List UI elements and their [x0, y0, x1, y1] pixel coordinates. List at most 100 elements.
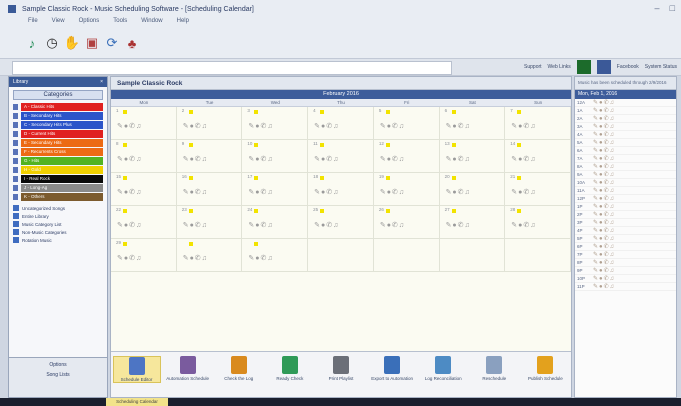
maximize-icon[interactable]: □: [670, 3, 675, 13]
calendar-day[interactable]: 1 ✎●✆♫: [111, 107, 177, 140]
calendar-day[interactable]: 4 ✎●✆♫: [308, 107, 374, 140]
green-app-icon[interactable]: [576, 60, 591, 74]
hour-row[interactable]: 11P ✎●✆♫: [575, 283, 676, 291]
song-lists-tab[interactable]: Song Lists: [9, 372, 107, 378]
hour-row[interactable]: 6P ✎●✆♫: [575, 243, 676, 251]
hour-row[interactable]: 9P ✎●✆♫: [575, 267, 676, 275]
category-item[interactable]: B - Secondary Hits: [13, 112, 103, 120]
category-item[interactable]: D - Current Hits: [13, 130, 103, 138]
hour-row[interactable]: 2P ✎●✆♫: [575, 211, 676, 219]
tool-button[interactable]: Schedule Editor: [112, 356, 161, 383]
minimize-icon[interactable]: –: [655, 3, 660, 13]
hour-row[interactable]: 2A ✎●✆♫: [575, 115, 676, 123]
calendar-day[interactable]: 21 ✎●✆♫: [505, 173, 571, 206]
menu-view[interactable]: View: [52, 18, 65, 28]
calendar-day[interactable]: 9 ✎●✆♫: [176, 140, 243, 173]
hour-row[interactable]: 1A ✎●✆♫: [575, 107, 676, 115]
calendar-day[interactable]: 17 ✎●✆♫: [242, 173, 309, 206]
tool-button[interactable]: Log Reconciliation: [419, 356, 467, 381]
menu-help[interactable]: Help: [177, 18, 189, 28]
calendar-day[interactable]: ✎●✆♫: [176, 239, 243, 272]
calendar-day[interactable]: [505, 239, 571, 272]
category-item[interactable]: G - Hits: [13, 157, 103, 165]
thumbs-icon[interactable]: ✋: [64, 35, 80, 51]
category-item[interactable]: C - Secondary Hits Plus: [13, 121, 103, 129]
hour-row[interactable]: 4P ✎●✆♫: [575, 227, 676, 235]
calendar-day[interactable]: 13 ✎●✆♫: [439, 140, 506, 173]
calendar-day[interactable]: 14 ✎●✆♫: [505, 140, 571, 173]
hour-row[interactable]: 6A ✎●✆♫: [575, 147, 676, 155]
category-item[interactable]: E - Secondary Hits: [13, 139, 103, 147]
hour-row[interactable]: 10P ✎●✆♫: [575, 275, 676, 283]
hour-row[interactable]: 12A ✎●✆♫: [575, 99, 676, 107]
hour-row[interactable]: 11A ✎●✆♫: [575, 187, 676, 195]
hour-row[interactable]: 12P ✎●✆♫: [575, 195, 676, 203]
refresh-icon[interactable]: ⟳: [104, 35, 120, 51]
tool-button[interactable]: Automation Schedule: [164, 356, 212, 381]
category-item[interactable]: H - Gold: [13, 166, 103, 174]
calendar-day[interactable]: 12 ✎●✆♫: [373, 140, 440, 173]
category-item[interactable]: K - Others: [13, 193, 103, 201]
calendar-day[interactable]: ✎●✆♫: [242, 239, 309, 272]
calendar-day[interactable]: 15 ✎●✆♫: [111, 173, 177, 206]
calendar-day[interactable]: [373, 239, 440, 272]
library-item[interactable]: Uncategorized Songs: [13, 205, 103, 211]
calendar-day[interactable]: 7 ✎●✆♫: [505, 107, 571, 140]
library-item[interactable]: Music Category List: [13, 221, 103, 227]
badge-icon[interactable]: ▣: [84, 35, 100, 51]
tool-button[interactable]: Ready Check: [266, 356, 314, 381]
hour-row[interactable]: 9A ✎●✆♫: [575, 171, 676, 179]
search-input[interactable]: [12, 61, 452, 75]
hour-row[interactable]: 7A ✎●✆♫: [575, 155, 676, 163]
support-link[interactable]: Support: [524, 64, 542, 70]
calendar-day[interactable]: 25 ✎●✆♫: [308, 206, 374, 239]
hour-row[interactable]: 4A ✎●✆♫: [575, 131, 676, 139]
calendar-day[interactable]: 28 ✎●✆♫: [505, 206, 571, 239]
calendar-day[interactable]: 8 ✎●✆♫: [111, 140, 177, 173]
calendar-day[interactable]: 10 ✎●✆♫: [242, 140, 309, 173]
library-item[interactable]: Non-Music Categories: [13, 229, 103, 235]
category-item[interactable]: F - Recurrents Cross: [13, 148, 103, 156]
calendar-day[interactable]: 5 ✎●✆♫: [373, 107, 440, 140]
hour-row[interactable]: 5P ✎●✆♫: [575, 235, 676, 243]
tool-button[interactable]: Publish Schedule: [521, 356, 569, 381]
calendar-day[interactable]: 29 ✎●✆♫: [111, 239, 177, 272]
taskbar-tab[interactable]: Scheduling Calendar: [106, 398, 168, 406]
category-item[interactable]: J - Long-Ag: [13, 184, 103, 192]
calendar-day[interactable]: 18 ✎●✆♫: [308, 173, 374, 206]
system-status-link[interactable]: System Status: [645, 64, 677, 70]
tool-button[interactable]: Reschedule: [470, 356, 518, 381]
calendar-day[interactable]: 27 ✎●✆♫: [439, 206, 506, 239]
hour-row[interactable]: 5A ✎●✆♫: [575, 139, 676, 147]
web-links[interactable]: Web Links: [548, 64, 571, 70]
tool-button[interactable]: Export to Automation: [368, 356, 416, 381]
tool-button[interactable]: Print Playlist: [317, 356, 365, 381]
category-item[interactable]: A - Classic Hits: [13, 103, 103, 111]
library-item[interactable]: Entire Library: [13, 213, 103, 219]
hour-row[interactable]: 10A ✎●✆♫: [575, 179, 676, 187]
hour-row[interactable]: 3P ✎●✆♫: [575, 219, 676, 227]
facebook-icon[interactable]: [596, 60, 611, 74]
hour-row[interactable]: 3A ✎●✆♫: [575, 123, 676, 131]
calendar-day[interactable]: 6 ✎●✆♫: [439, 107, 506, 140]
calendar-day[interactable]: 22 ✎●✆♫: [111, 206, 177, 239]
calendar-day[interactable]: 3 ✎●✆♫: [242, 107, 309, 140]
fire-icon[interactable]: ♣: [124, 35, 140, 51]
hour-row[interactable]: 7P ✎●✆♫: [575, 251, 676, 259]
calendar-day[interactable]: 24 ✎●✆♫: [242, 206, 309, 239]
menu-options[interactable]: Options: [79, 18, 100, 28]
menu-window[interactable]: Window: [141, 18, 162, 28]
library-item[interactable]: Rotation Music: [13, 237, 103, 243]
music-note-icon[interactable]: ♪: [24, 35, 40, 51]
clock-icon[interactable]: ◷: [44, 35, 60, 51]
category-item[interactable]: I - Real Rock: [13, 175, 103, 183]
menu-tools[interactable]: Tools: [113, 18, 127, 28]
tool-button[interactable]: Check the Log: [215, 356, 263, 381]
facebook-link[interactable]: Facebook: [617, 64, 639, 70]
calendar-day[interactable]: 16 ✎●✆♫: [176, 173, 243, 206]
calendar-day[interactable]: 23 ✎●✆♫: [176, 206, 243, 239]
options-tab[interactable]: Options: [9, 362, 107, 368]
calendar-day[interactable]: 19 ✎●✆♫: [373, 173, 440, 206]
menu-file[interactable]: File: [28, 18, 38, 28]
hour-row[interactable]: 8P ✎●✆♫: [575, 259, 676, 267]
